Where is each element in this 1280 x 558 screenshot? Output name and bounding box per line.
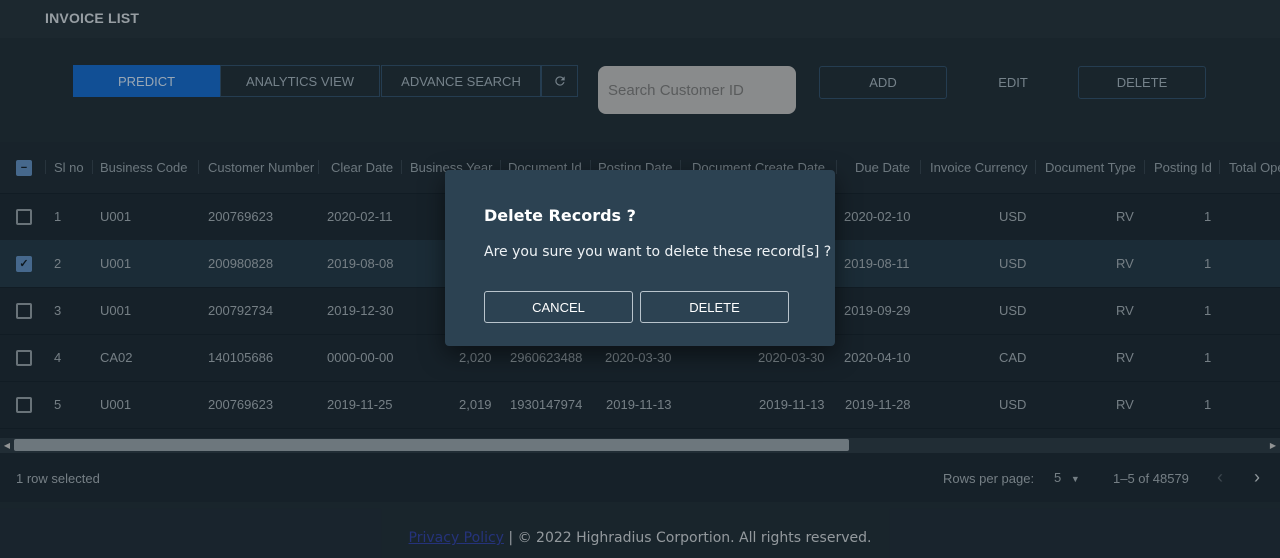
cancel-button[interactable]: CANCEL [484, 291, 633, 323]
delete-confirm-dialog: Delete Records ? Are you sure you want t… [445, 170, 835, 346]
dialog-title: Delete Records ? [484, 206, 636, 225]
dialog-message: Are you sure you want to delete these re… [484, 244, 832, 260]
confirm-delete-button[interactable]: DELETE [640, 291, 789, 323]
